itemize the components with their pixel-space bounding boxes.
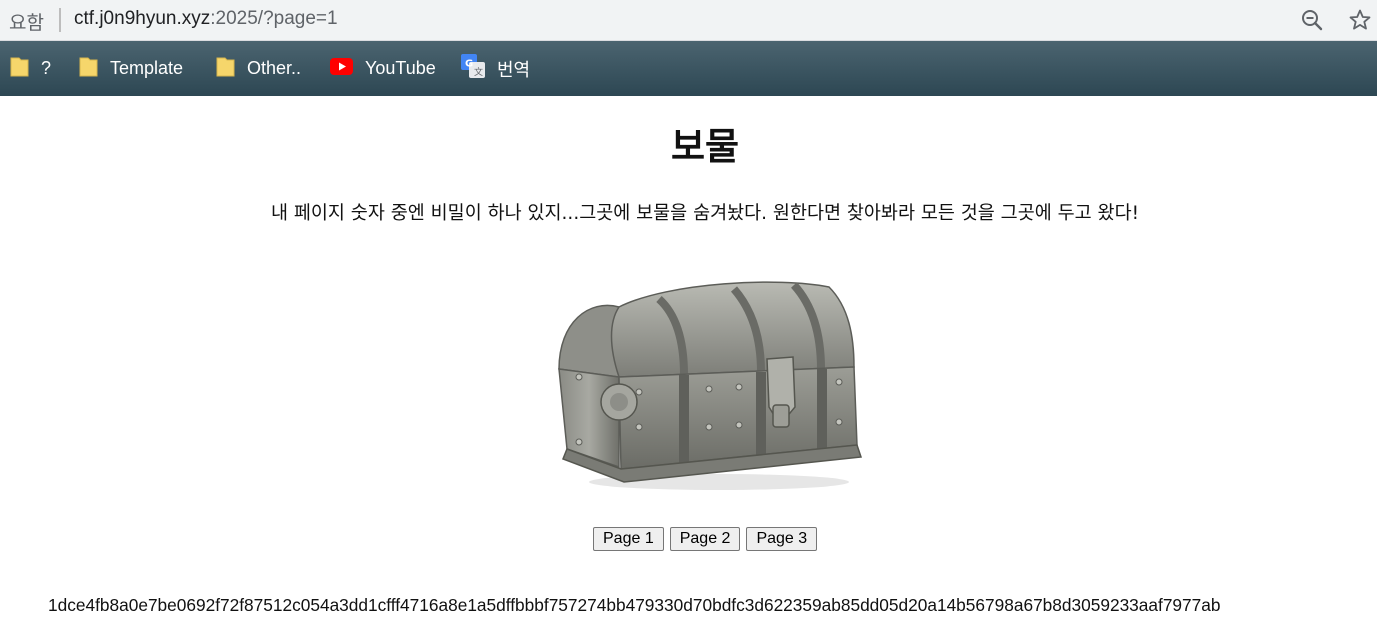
page-description: 내 페이지 숫자 중엔 비밀이 하나 있지...그곳에 보물을 숨겨놨다. 원한… [270,203,1140,224]
youtube-icon [330,57,353,80]
bookmark-template[interactable]: Template [79,41,183,96]
bookmark-youtube[interactable]: YouTube [330,41,436,96]
treasure-chest-image [549,277,865,492]
page-content: 보물 내 페이지 숫자 중엔 비밀이 하나 있지...그곳에 보물을 숨겨놨다.… [0,96,1377,642]
google-translate-icon: G 文 [461,54,485,83]
address-divider [59,8,61,32]
folder-icon [79,56,98,82]
page-title: 보물 [670,125,740,168]
page-buttons: Page 1 Page 2 Page 3 [593,527,818,551]
folder-icon [216,56,235,82]
bookmark-label: Other.. [247,58,302,78]
url-field[interactable]: ctf.j0n9hyun.xyz:2025/?page=1 [74,8,338,30]
address-bar: 요함 ctf.j0n9hyun.xyz:2025/?page=1 [0,0,1377,41]
site-info-label[interactable]: 요함 [9,8,44,35]
folder-icon [10,56,29,82]
url-path: :2025/?page=1 [210,8,338,29]
url-host: ctf.j0n9hyun.xyz [74,8,211,29]
bookmarks-bar: ? Template Other.. YouTube G 文 번역 [0,41,1377,96]
page-2-button[interactable]: Page 2 [669,527,741,551]
bookmark-other[interactable]: Other.. [216,41,301,96]
svg-text:G: G [465,59,473,70]
zoom-out-icon[interactable] [1300,8,1324,32]
svg-text:文: 文 [474,66,483,78]
star-icon[interactable] [1348,8,1372,32]
bookmark-label: 번역 [497,59,531,80]
bookmark-question[interactable]: ? [10,41,51,96]
hash-text: 1dce4fb8a0e7be0692f72f87512c054a3dd1cfff… [48,595,1221,615]
bookmark-label: YouTube [365,58,436,78]
bookmark-translate[interactable]: G 文 번역 [461,41,530,96]
bookmark-label: Template [110,58,184,78]
page-3-button[interactable]: Page 3 [746,527,818,551]
bookmark-label: ? [41,58,52,78]
page-1-button[interactable]: Page 1 [593,527,664,551]
